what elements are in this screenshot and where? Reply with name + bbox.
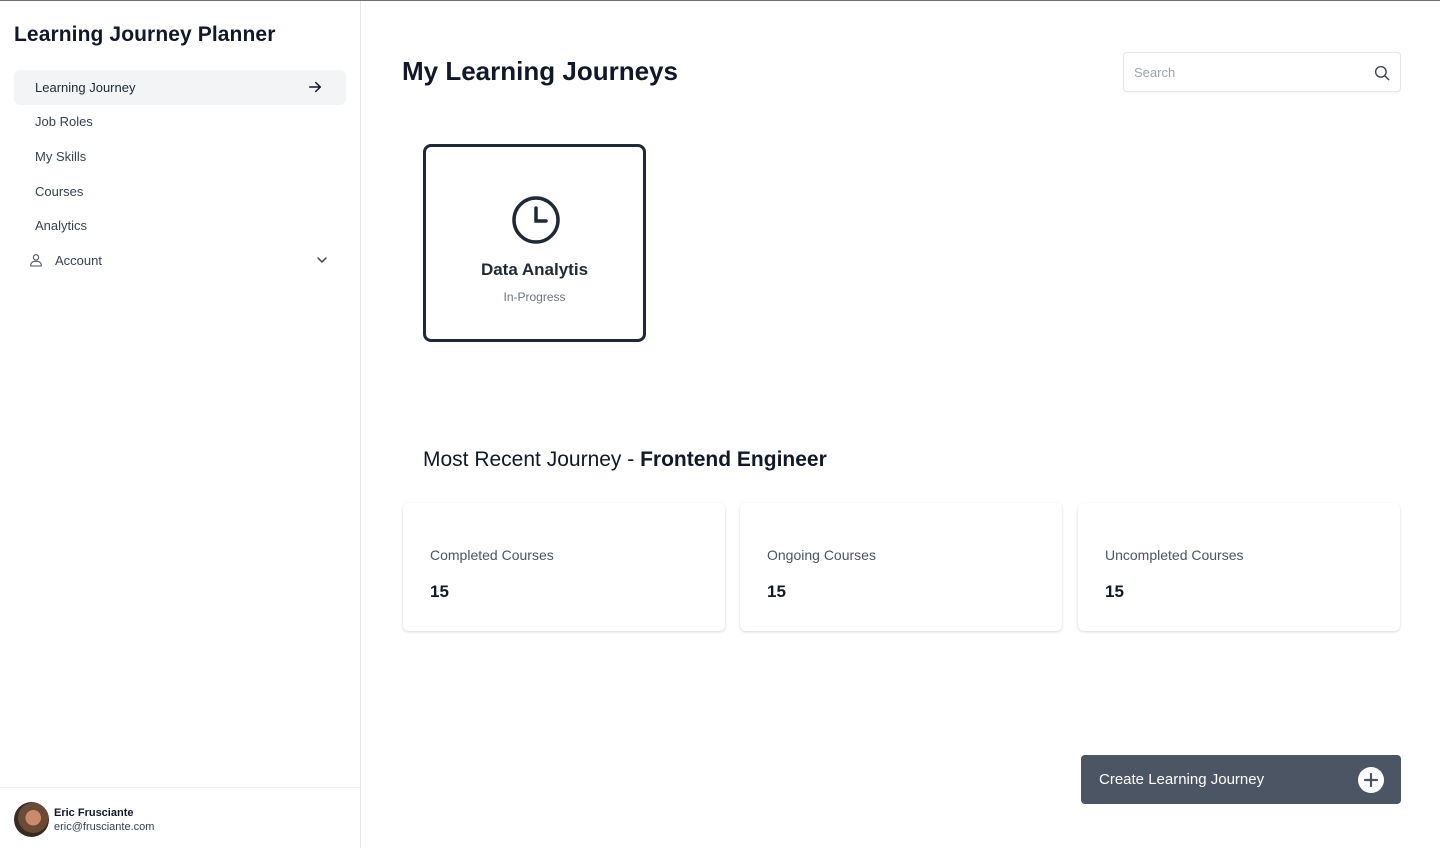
sidebar-item-label: Analytics [35,218,88,234]
user-profile[interactable]: Eric Frusciante eric@frusciante.com [14,802,154,837]
journey-card[interactable]: Data Analytis In-Progress [423,144,646,342]
sidebar-item-learning-journey[interactable]: Learning Journey [14,70,346,105]
arrow-right-icon [309,81,321,93]
page-title: My Learning Journeys [402,56,678,86]
stat-card-completed: Completed Courses 15 [403,503,725,631]
create-button-label: Create Learning Journey [1099,771,1265,788]
journey-title: Data Analytis [480,260,589,279]
sidebar-item-my-skills[interactable]: My Skills [14,139,346,174]
clock-icon [512,196,560,244]
create-learning-journey-button[interactable]: Create Learning Journey [1081,755,1401,804]
profile-name: Eric Frusciante [54,806,134,819]
search-icon[interactable] [1373,64,1391,82]
sidebar-nav: Learning Journey Job Roles My Skills Cou… [14,70,346,278]
recent-journey-role: Frontend Engineer [640,448,827,471]
search-box [1123,52,1401,92]
stat-label: Uncompleted Courses [1105,547,1244,563]
plus-circle-icon [1358,767,1384,793]
chevron-down-icon[interactable] [314,252,330,268]
stat-label: Completed Courses [430,547,554,563]
stat-value: 15 [1105,582,1124,601]
profile-divider [0,787,360,788]
sidebar-item-analytics[interactable]: Analytics [14,208,346,243]
sidebar-item-label: Job Roles [35,114,93,130]
stat-value: 15 [767,582,786,601]
profile-text: Eric Frusciante eric@frusciante.com [54,806,154,834]
sidebar-item-account[interactable]: Account [14,243,346,278]
sidebar-item-courses[interactable]: Courses [14,174,346,209]
sidebar-item-label: Account [55,252,102,268]
stat-value: 15 [430,582,449,601]
recent-journey-heading: Most Recent Journey - Frontend Engineer [423,448,827,472]
avatar [14,802,49,837]
journey-status: In-Progress [503,290,566,304]
main-content: My Learning Journeys Data Analytis In-Pr… [361,1,1440,848]
sidebar-item-label: My Skills [35,148,87,164]
profile-email: eric@frusciante.com [54,820,155,833]
user-icon [30,254,42,267]
stat-label: Ongoing Courses [767,547,876,563]
sidebar-item-job-roles[interactable]: Job Roles [14,105,346,140]
app-title: Learning Journey Planner [14,23,276,46]
stat-card-ongoing: Ongoing Courses 15 [740,503,1062,631]
stat-card-uncompleted: Uncompleted Courses 15 [1078,503,1400,631]
sidebar: Learning Journey Planner Learning Journe… [0,1,361,848]
sidebar-item-label: Learning Journey [35,79,136,95]
recent-journey-prefix: Most Recent Journey - [423,448,641,471]
search-input[interactable] [1134,62,1364,82]
sidebar-item-label: Courses [35,183,84,199]
